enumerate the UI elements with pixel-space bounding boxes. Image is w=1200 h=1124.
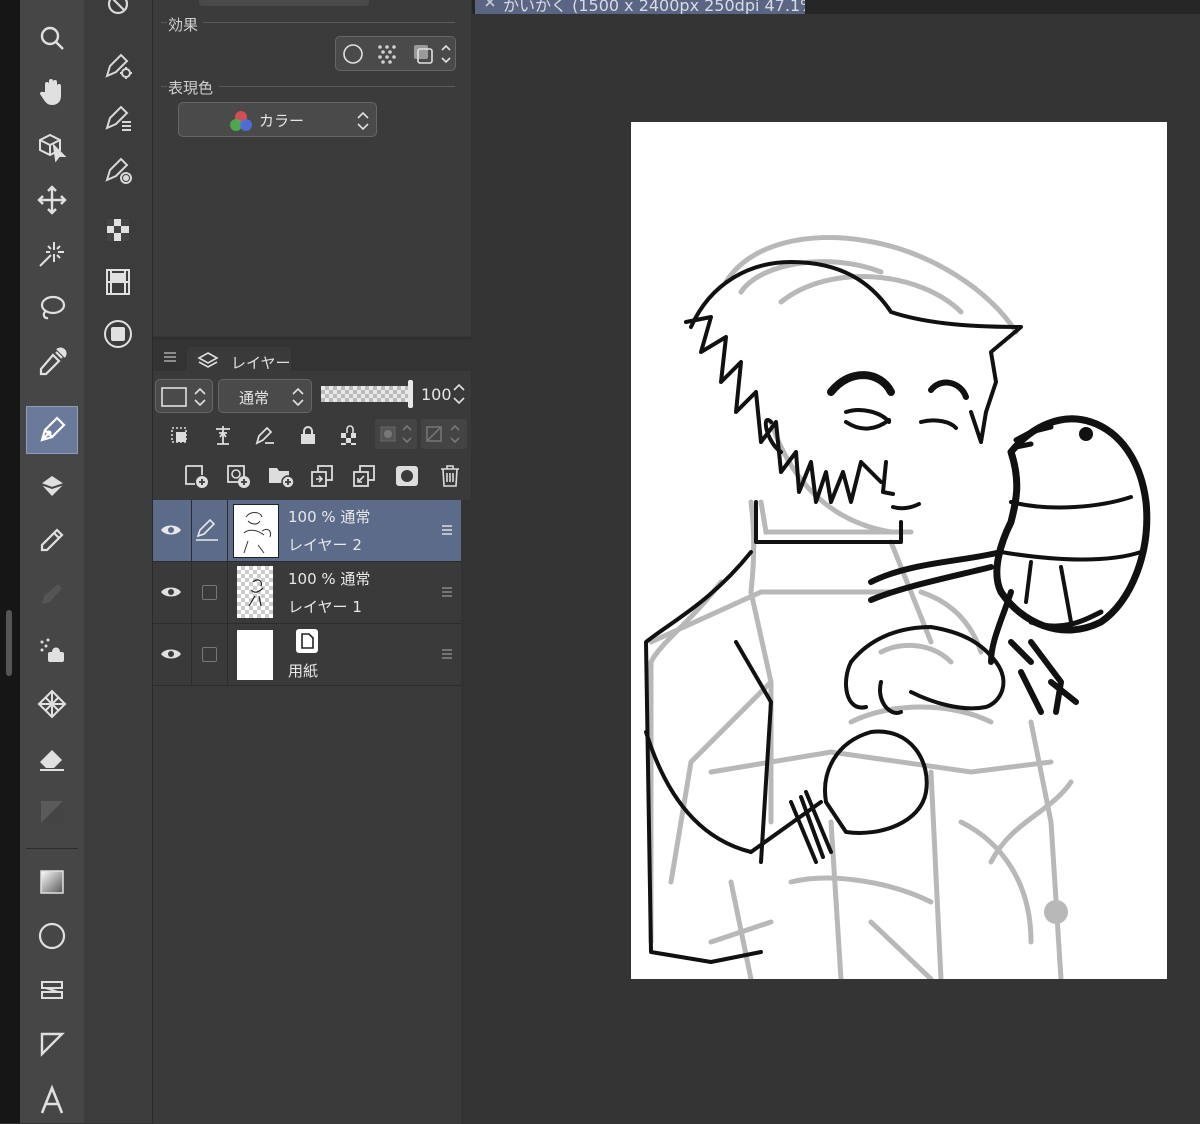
- panel-menu-icon[interactable]: [163, 351, 177, 363]
- magnifier-icon[interactable]: [26, 14, 78, 62]
- hand-icon[interactable]: [26, 68, 78, 116]
- film-icon[interactable]: [98, 262, 138, 302]
- tool-property-panel: 効果 表現色 カラー: [153, 0, 471, 336]
- paper-icon: [296, 629, 318, 653]
- layer-scroll-track[interactable]: [461, 500, 471, 1124]
- panel-top-tab[interactable]: [199, 0, 369, 6]
- layer-checkbox[interactable]: [202, 647, 217, 662]
- opacity-stepper-icon[interactable]: [452, 381, 466, 407]
- fill-icon[interactable]: [26, 462, 78, 510]
- expression-color-title: 表現色: [168, 79, 214, 97]
- layer-tab[interactable]: レイヤー: [187, 347, 291, 373]
- decoration-icon[interactable]: [26, 680, 78, 728]
- layer-name: レイヤー 1: [288, 598, 362, 616]
- effect-section-title: 効果: [168, 16, 199, 34]
- eye-icon[interactable]: [159, 584, 183, 600]
- new-folder-icon[interactable]: [267, 463, 295, 489]
- tool-palette: [20, 0, 85, 1123]
- layer-handle-icon[interactable]: [441, 648, 453, 660]
- left-edge-bar: [0, 0, 20, 1123]
- lock-transparency-icon[interactable]: [337, 423, 361, 447]
- sub-tool-top-icon[interactable]: [98, 0, 138, 28]
- layer-thumbnail: [233, 504, 279, 558]
- section-line: [219, 86, 455, 87]
- reference-layer-icon[interactable]: [211, 423, 235, 447]
- pencil-icon[interactable]: [26, 516, 78, 564]
- frame-icon[interactable]: [26, 1020, 78, 1068]
- layer-handle-icon[interactable]: [441, 524, 453, 536]
- section-line: [161, 86, 167, 87]
- ruler-toggle[interactable]: [421, 419, 467, 449]
- panel-resize-grip[interactable]: [6, 610, 12, 676]
- trash-icon[interactable]: [437, 463, 463, 489]
- tone-icon[interactable]: [98, 210, 138, 250]
- expression-color-select[interactable]: カラー: [178, 102, 377, 137]
- layers-icon: [197, 352, 219, 368]
- new-raster-layer-icon[interactable]: [183, 463, 211, 489]
- expression-color-value: カラー: [259, 112, 305, 130]
- new-vector-layer-icon[interactable]: [225, 463, 253, 489]
- layer-tab-label: レイヤー: [231, 354, 291, 372]
- canvas-paper[interactable]: [631, 122, 1167, 979]
- layer-row[interactable]: 用紙: [153, 624, 461, 686]
- section-line: [203, 22, 455, 23]
- blend-icon[interactable]: [26, 788, 78, 836]
- draft-layer-icon[interactable]: [253, 423, 277, 447]
- layer-opacity-mode: 100 % 通常: [288, 508, 371, 526]
- pen-target-icon[interactable]: [98, 150, 138, 190]
- round-square-icon[interactable]: [98, 314, 138, 354]
- layer-panel: レイヤー 通常 100 100 % 通常 レイヤー 2 100 % 通常 レイヤ…: [153, 338, 471, 1124]
- transfer-down-icon[interactable]: [309, 463, 337, 489]
- layer-color-select[interactable]: [155, 379, 213, 413]
- layer-opacity-mode: 100 % 通常: [288, 570, 371, 588]
- eye-icon[interactable]: [159, 522, 183, 538]
- lasso-icon[interactable]: [26, 284, 78, 332]
- figure-icon[interactable]: [26, 912, 78, 960]
- pen-list-icon[interactable]: [98, 98, 138, 138]
- layer-row[interactable]: 100 % 通常 レイヤー 2: [153, 500, 461, 562]
- layer-checkbox[interactable]: [202, 585, 217, 600]
- clip-layer-icon[interactable]: [169, 423, 193, 447]
- mask-toggle[interactable]: [375, 419, 417, 449]
- layer-name: レイヤー 2: [288, 536, 362, 554]
- document-tab-title: かいかく (1500 x 2400px 250dpi 47.1%): [503, 0, 805, 14]
- sub-tool-palette: [84, 0, 153, 1123]
- sketch-artwork: [644, 234, 1151, 979]
- section-line: [161, 22, 167, 23]
- opacity-slider-handle[interactable]: [408, 380, 413, 408]
- opacity-slider[interactable]: [321, 386, 409, 402]
- blend-mode-value: 通常: [239, 389, 270, 407]
- ruler-icon[interactable]: [26, 966, 78, 1014]
- eraser-icon[interactable]: [26, 734, 78, 782]
- pen-icon[interactable]: [26, 406, 78, 454]
- pen-settings-icon[interactable]: [98, 46, 138, 86]
- object-icon[interactable]: [26, 122, 78, 170]
- move-icon[interactable]: [26, 176, 78, 224]
- lock-icon[interactable]: [296, 423, 320, 447]
- document-tab[interactable]: かいかく (1500 x 2400px 250dpi 47.1%): [475, 0, 805, 14]
- airbrush-icon[interactable]: [26, 626, 78, 674]
- layer-name: 用紙: [288, 662, 319, 680]
- effect-selector[interactable]: [335, 36, 456, 71]
- layer-mask-icon[interactable]: [393, 463, 421, 489]
- edit-pen-icon[interactable]: [194, 518, 220, 542]
- eyedropper-icon[interactable]: [26, 338, 78, 386]
- eye-icon[interactable]: [159, 646, 183, 662]
- layer-handle-icon[interactable]: [441, 586, 453, 598]
- layer-thumbnail: [237, 566, 273, 618]
- close-icon[interactable]: [483, 0, 497, 8]
- auto-select-icon[interactable]: [26, 230, 78, 278]
- blend-mode-select[interactable]: 通常: [218, 379, 312, 413]
- opacity-value[interactable]: 100: [421, 385, 452, 404]
- gradient-icon[interactable]: [26, 858, 78, 906]
- layer-row[interactable]: 100 % 通常 レイヤー 1: [153, 562, 461, 624]
- color-circles-icon: [230, 111, 252, 131]
- brush-icon[interactable]: [26, 570, 78, 618]
- text-icon[interactable]: [26, 1076, 78, 1124]
- tool-separator: [26, 848, 78, 849]
- merge-down-icon[interactable]: [351, 463, 379, 489]
- updown-icon: [357, 111, 369, 131]
- layer-thumbnail: [237, 630, 273, 680]
